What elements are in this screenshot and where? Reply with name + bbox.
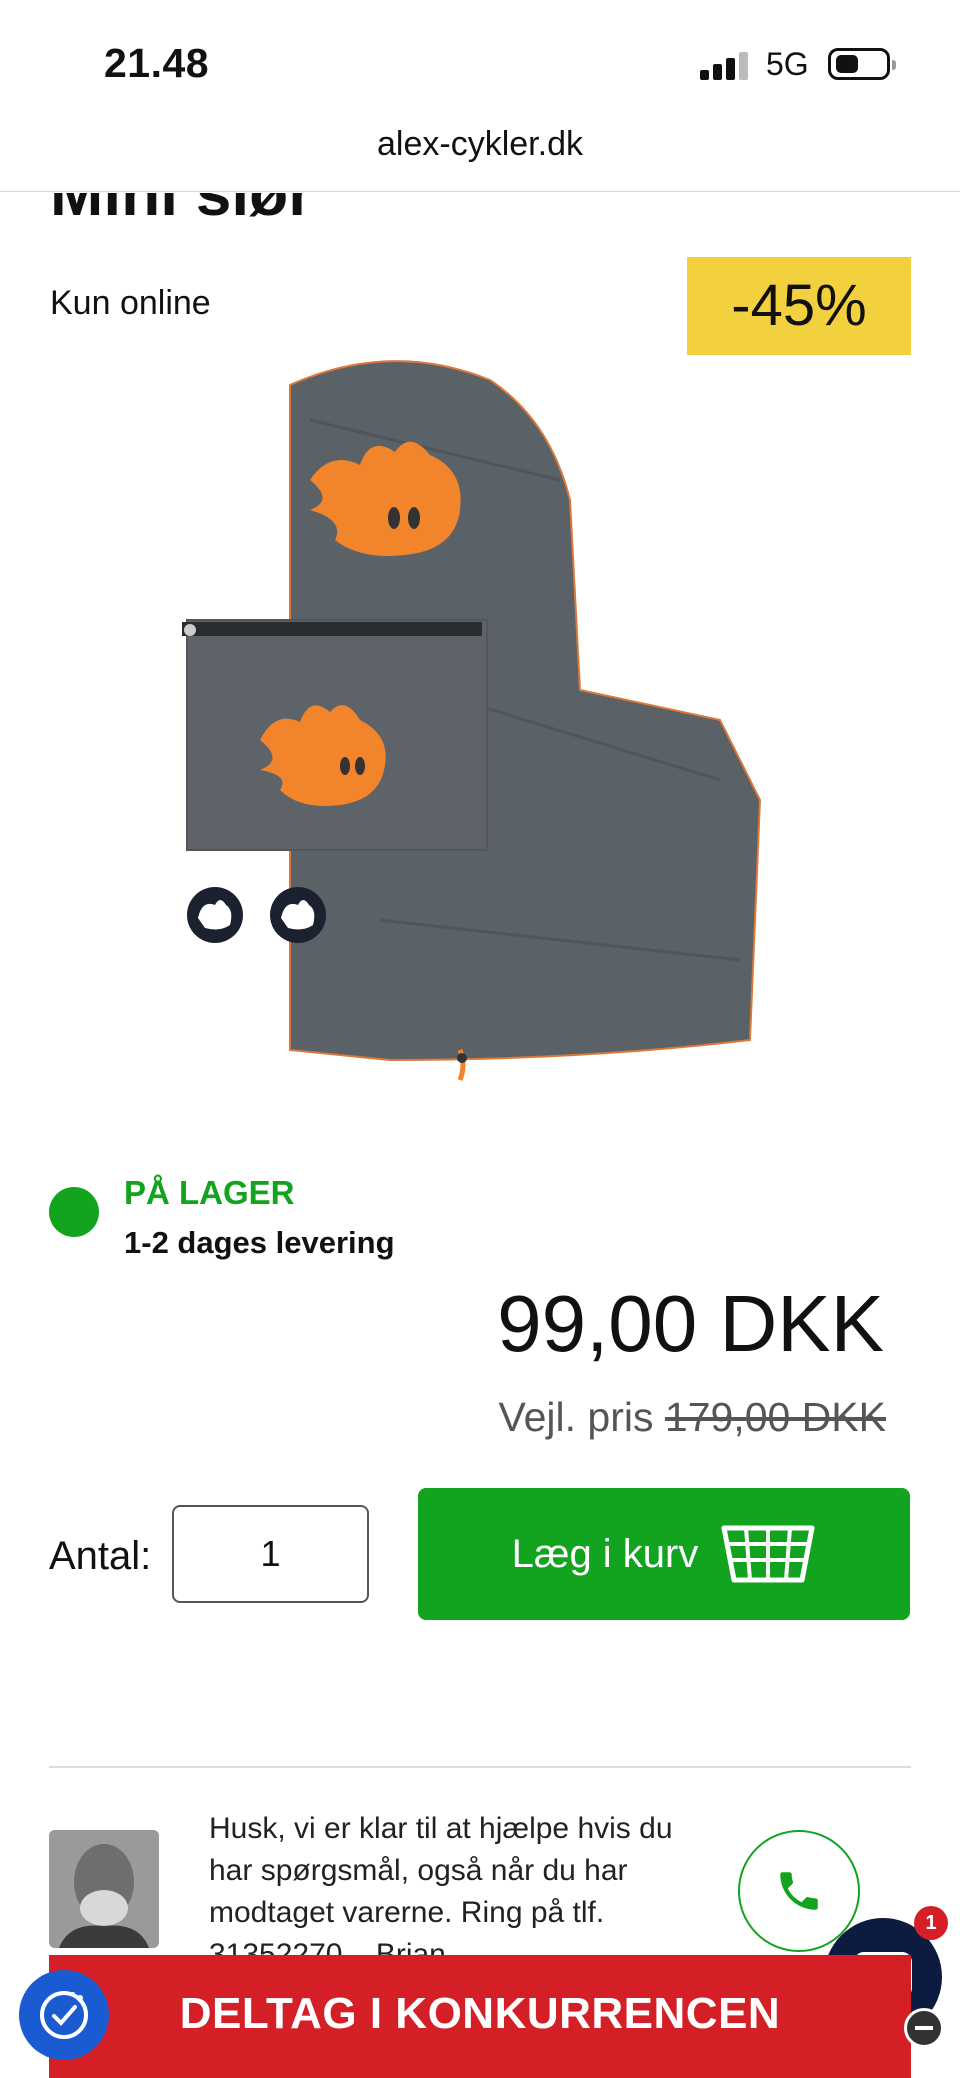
contest-banner[interactable]: DELTAG I KONKURRENCEN [49,1955,911,2078]
add-to-cart-button[interactable]: Læg i kurv [418,1488,910,1620]
status-bar: 21.48 5G [0,0,960,120]
network-type: 5G [766,46,809,82]
stock-indicator [49,1187,99,1237]
discount-badge: -45% [687,257,911,355]
battery-icon [828,48,896,80]
support-avatar [49,1830,159,1948]
add-to-cart-label: Læg i kurv [511,1531,699,1576]
quantity-input[interactable] [172,1505,369,1603]
divider [49,1766,911,1768]
recommended-price-row: Vejl. pris 179,00 DKK [499,1394,886,1441]
cookie-check-icon [40,1991,88,2039]
stock-status: PÅ LAGER [124,1174,295,1211]
signal-icon [700,50,752,80]
phone-icon [780,1872,818,1910]
availability-note: Kun online [50,284,211,322]
recommended-price-label: Vejl. pris [498,1394,654,1440]
minimize-button[interactable] [904,2008,944,2048]
recommended-price: 179,00 DKK [664,1394,886,1440]
chat-badge: 1 [914,1906,948,1940]
basket-icon [721,1525,815,1583]
delivery-time: 1-2 dages levering [124,1225,395,1260]
product-price: 99,00 DKK [497,1279,884,1368]
support-text: Husk, vi er klar til at hjælpe hvis du h… [209,1812,673,1968]
cookie-settings-button[interactable] [19,1970,109,2060]
url-bar[interactable]: alex-cykler.dk [0,116,960,192]
quantity-label: Antal: [49,1534,152,1578]
product-image[interactable] [160,360,780,1090]
product-title: Mini slør [50,193,650,225]
status-time: 21.48 [104,40,210,86]
